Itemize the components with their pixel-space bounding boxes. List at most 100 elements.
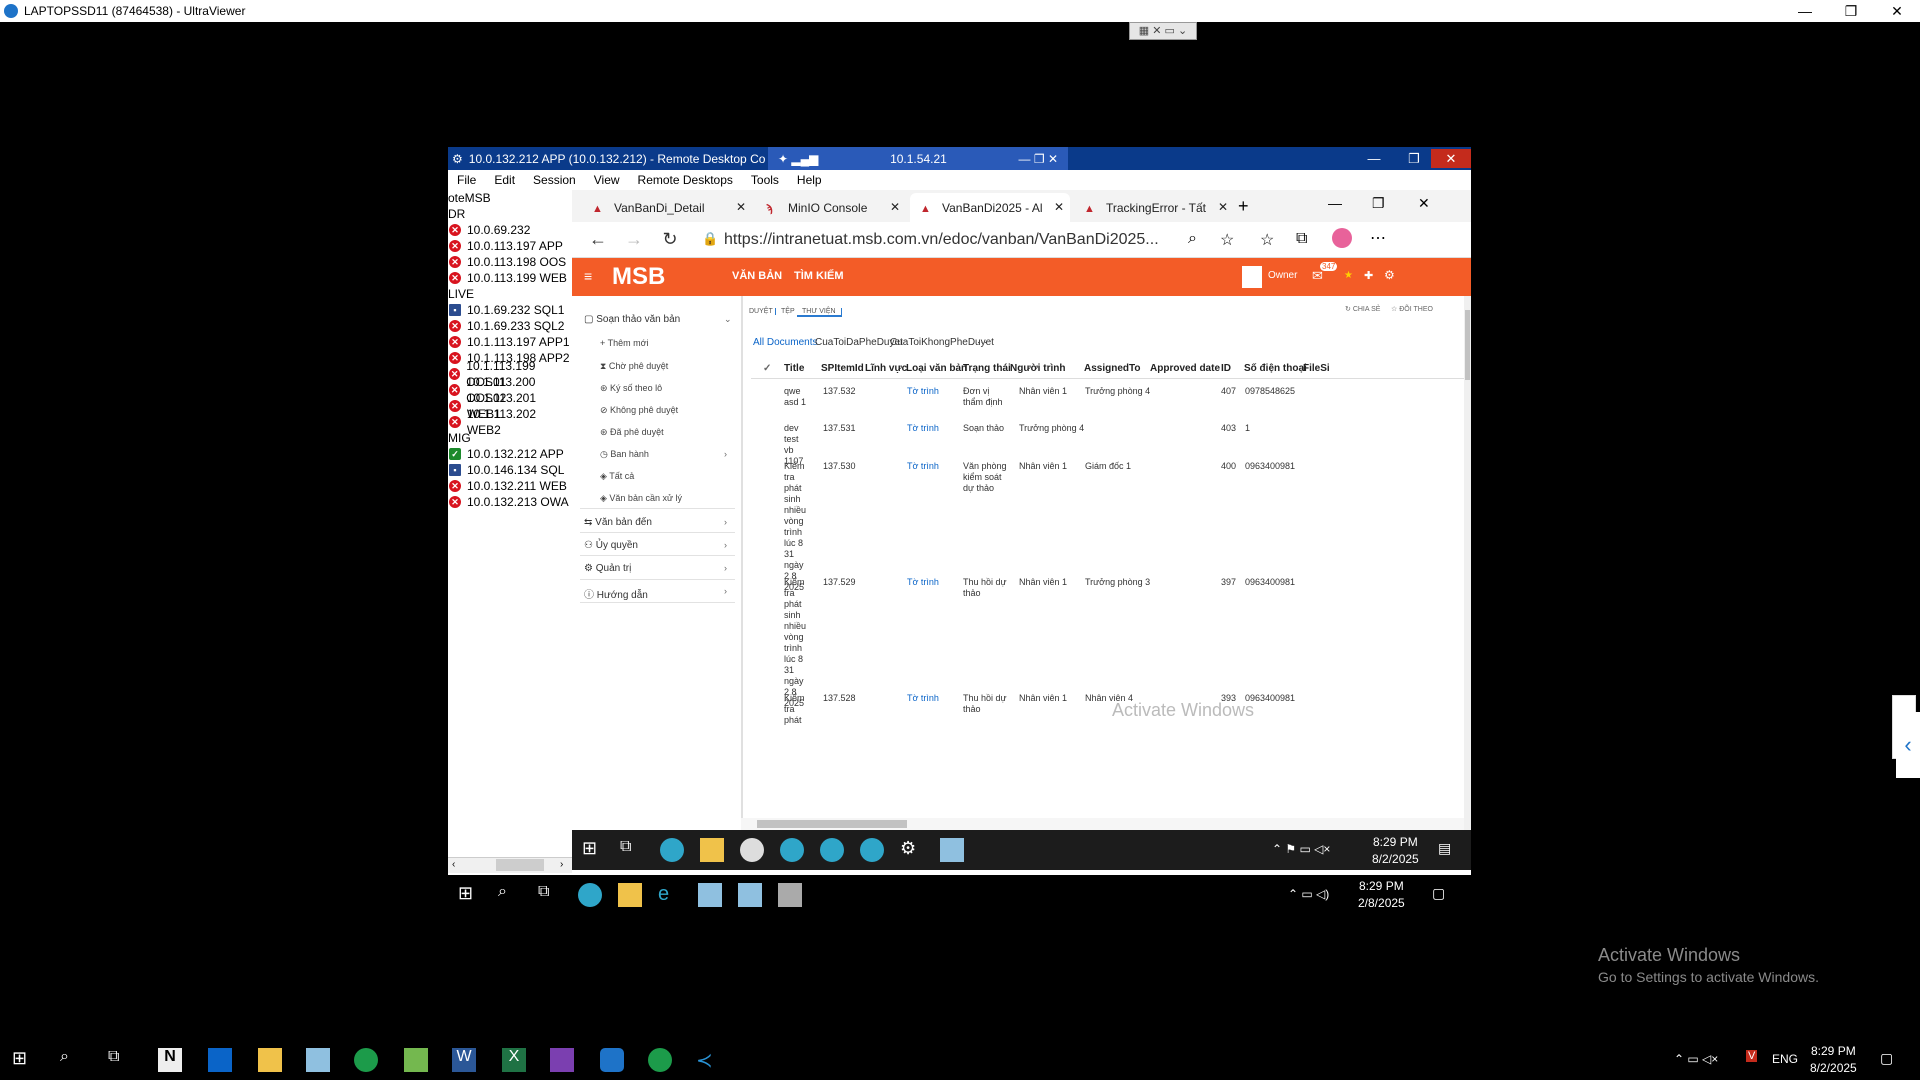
new-tab-icon[interactable]: +: [1238, 196, 1249, 217]
chevron-right-icon[interactable]: ›: [724, 586, 727, 596]
tray-icons[interactable]: ⌃ ▭ ◁): [1288, 887, 1329, 901]
ultraviewer-side-panel-icon[interactable]: ‹: [1896, 712, 1920, 778]
tab-minio-console[interactable]: ϡ MinIO Console ✕: [756, 193, 906, 222]
nav-item-khong-phe-duyet[interactable]: ⊘ Không phê duyệt: [600, 405, 678, 416]
col-title[interactable]: Title: [784, 363, 804, 374]
col-approved-date[interactable]: Approved date: [1150, 363, 1220, 374]
rdc-close-button[interactable]: ✕: [1431, 149, 1471, 168]
collections-icon[interactable]: ⧉: [1296, 230, 1307, 248]
tree-server-item[interactable]: ✕ 10.0.113.197 APP: [448, 238, 572, 254]
start-icon[interactable]: ⊞: [12, 1048, 36, 1072]
excel-icon[interactable]: X: [502, 1048, 526, 1072]
nav-tim-kiem[interactable]: TÌM KIẾM: [794, 270, 844, 282]
col-nguoi-trinh[interactable]: Người trình: [1010, 363, 1065, 374]
file-explorer-icon[interactable]: [618, 883, 642, 907]
view-more[interactable]: ···: [977, 337, 987, 348]
nav-item-van-ban-can-xu-ly[interactable]: ◈ Văn bản cần xử lý: [600, 493, 682, 504]
share-button[interactable]: ↻ CHIA SẺ: [1345, 305, 1380, 313]
pivot-thu-vien[interactable]: THƯ VIỆN: [797, 308, 842, 317]
rdp-active-icon[interactable]: [778, 883, 802, 907]
col-filesize[interactable]: FileSi: [1303, 363, 1330, 374]
pin-icon[interactable]: ✦ ▂▄▆: [778, 152, 818, 166]
browser-restore-button[interactable]: ❐: [1372, 195, 1385, 212]
clock-app-icon[interactable]: [740, 838, 764, 862]
cell-loai-van-ban[interactable]: Tờ trình: [907, 386, 939, 397]
tab-vanbandi-detail[interactable]: ▲ VanBanDi_Detail ✕: [582, 193, 752, 222]
chrome-icon-2[interactable]: [648, 1048, 672, 1072]
col-select[interactable]: ✓: [763, 363, 771, 374]
nav-item-ky-so-theo-lo[interactable]: ⊛ Ký số theo lô: [600, 383, 662, 394]
tree-server-item[interactable]: ✕ 10.0.132.211 WEB: [448, 478, 572, 494]
notifications-icon[interactable]: ▤: [1438, 840, 1451, 857]
local-clock[interactable]: 8:29 PM 8/2/2025: [1810, 1043, 1857, 1077]
col-linh-vuc[interactable]: Lĩnh vực: [865, 363, 907, 374]
tab-close-icon[interactable]: ✕: [1054, 200, 1064, 214]
settings-icon[interactable]: ⚙: [900, 838, 924, 862]
cell-loai-van-ban[interactable]: Tờ trình: [907, 693, 939, 704]
language-indicator[interactable]: ENG: [1772, 1052, 1798, 1066]
browser-minimize-button[interactable]: —: [1328, 195, 1342, 211]
monitor-icon[interactable]: ▭: [1165, 25, 1175, 37]
uk-flag-icon[interactable]: ✚: [1364, 269, 1373, 282]
edge-dev-icon[interactable]: [780, 838, 804, 862]
favorite-star-icon[interactable]: ☆: [1220, 230, 1234, 250]
rdcman-icon[interactable]: [698, 883, 722, 907]
tree-group[interactable]: LIVE: [448, 286, 572, 302]
chevron-right-icon[interactable]: ›: [724, 563, 727, 573]
tree-server-item[interactable]: ✕ 10.0.69.232: [448, 222, 572, 238]
nav-item-tat-ca[interactable]: ◈ Tất cả: [600, 471, 634, 482]
tree-server-item[interactable]: ✕ 10.0.113.199 WEB: [448, 270, 572, 286]
tab-vanbandi2025[interactable]: ▲ VanBanDi2025 - Al ✕: [910, 193, 1070, 222]
follow-button[interactable]: ☆ ĐÕI THEO: [1391, 305, 1433, 313]
favorites-icon[interactable]: ☆: [1260, 230, 1274, 250]
restore-button[interactable]: ❐: [1828, 0, 1874, 22]
pivot-tep[interactable]: TỆP: [775, 308, 795, 315]
file-explorer-icon[interactable]: [258, 1048, 282, 1072]
settings-gear-icon[interactable]: ⚙: [1384, 268, 1395, 282]
vertical-scrollbar[interactable]: [1464, 296, 1471, 830]
hamburger-icon[interactable]: ≡: [584, 268, 592, 284]
col-loai-van-ban[interactable]: Loại văn bản: [906, 363, 967, 374]
cell-title[interactable]: Kiểm tra phát sinh nhiều vòng trình lúc …: [784, 461, 810, 593]
horizontal-scrollbar[interactable]: [741, 818, 1464, 830]
scroll-thumb[interactable]: [496, 859, 544, 871]
nav-section-van-ban-den[interactable]: ⇆ Văn bản đến: [584, 517, 652, 528]
col-trang-thai[interactable]: Trạng thái: [963, 363, 1011, 374]
tree-horizontal-scrollbar[interactable]: ‹ ›: [448, 857, 572, 873]
cell-title[interactable]: qwe asd 1: [784, 386, 808, 408]
notepad-plus-icon[interactable]: [404, 1048, 428, 1072]
nav-item-them-moi[interactable]: + Thêm mới: [600, 338, 649, 348]
tree-group[interactable]: DR: [448, 206, 572, 222]
chevron-right-icon[interactable]: ›: [724, 449, 727, 459]
profile-avatar[interactable]: [1332, 228, 1352, 248]
tab-close-icon[interactable]: ✕: [736, 200, 746, 214]
tree-server-item[interactable]: ✓ 10.0.132.212 APP: [448, 446, 572, 462]
start-icon[interactable]: ⊞: [458, 883, 482, 907]
rdc-restore-button[interactable]: ❐: [1394, 149, 1434, 168]
internet-explorer-icon[interactable]: e: [658, 883, 682, 907]
pivot-duyet[interactable]: DUYỆT: [749, 308, 773, 315]
tree-server-item[interactable]: ✕ 10.0.113.198 OOS: [448, 254, 572, 270]
rdcman-icon[interactable]: [306, 1048, 330, 1072]
cell-nguoi-trinh[interactable]: Nhân viên 1: [1019, 386, 1067, 397]
cell-loai-van-ban[interactable]: Tờ trình: [907, 577, 939, 588]
scroll-right-icon[interactable]: ›: [560, 859, 563, 870]
word-icon[interactable]: W: [452, 1048, 476, 1072]
chevron-right-icon[interactable]: ›: [724, 540, 727, 550]
lock-icon[interactable]: 🔒: [702, 231, 718, 247]
owner-avatar[interactable]: [1242, 266, 1262, 288]
forward-icon[interactable]: →: [616, 229, 652, 250]
chevron-down-icon[interactable]: ⌄: [724, 314, 732, 325]
start-icon[interactable]: ⊞: [582, 838, 606, 862]
tab-trackingerror[interactable]: ▲ TrackingError - Tất ✕: [1074, 193, 1234, 222]
search-icon[interactable]: ⌕: [60, 1048, 84, 1072]
col-assignedto[interactable]: AssignedTo: [1084, 363, 1140, 374]
tree-server-item[interactable]: ✕ 10.1.69.233 SQL2: [448, 318, 572, 334]
back-icon[interactable]: ←: [580, 229, 616, 250]
chrome-icon[interactable]: [354, 1048, 378, 1072]
tree-server-item[interactable]: ✕ 10.1.113.197 APP1: [448, 334, 572, 350]
cell-assignedto[interactable]: Trưởng phòng 3: [1085, 577, 1150, 588]
col-id[interactable]: ID: [1221, 363, 1231, 374]
more-menu-icon[interactable]: ⋯: [1370, 228, 1386, 248]
grid-icon[interactable]: ▦: [1139, 25, 1149, 37]
